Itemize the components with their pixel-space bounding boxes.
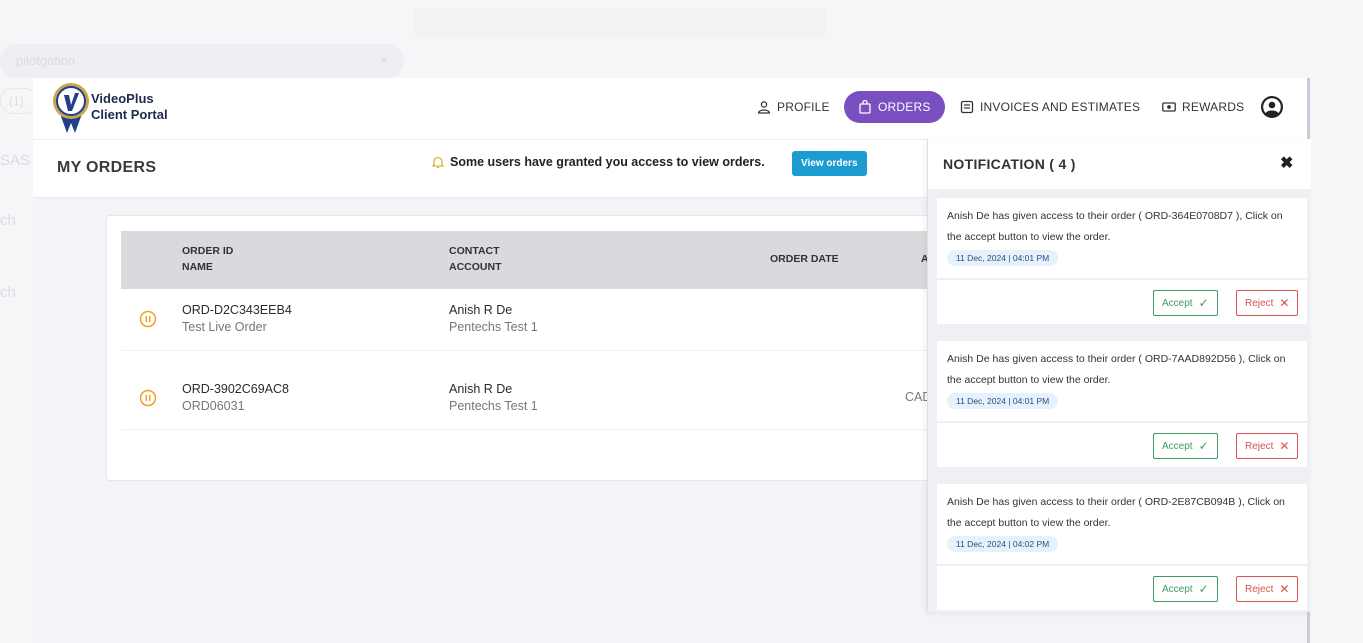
notification-panel: NOTIFICATION ( 4 ) ✖ Anish De has given … — [927, 139, 1311, 612]
money-icon — [1162, 102, 1176, 112]
nav-profile[interactable]: PROFILE — [757, 91, 830, 123]
videoplus-logo-icon — [53, 83, 89, 133]
reject-button[interactable]: Reject ✕ — [1236, 576, 1299, 602]
nav-orders-label: ORDERS — [878, 100, 931, 114]
accept-label: Accept — [1162, 440, 1193, 452]
nav-profile-label: PROFILE — [777, 100, 830, 114]
notification-item: Anish De has given access to their order… — [937, 198, 1307, 324]
access-message: Some users have granted you access to vi… — [431, 155, 765, 169]
contact-name: Anish R De — [449, 303, 513, 317]
column-header-account: ACCOUNT — [449, 261, 502, 273]
table-row[interactable]: ORD-3902C69AC8 ORD06031 Anish R De Pente… — [121, 368, 1007, 430]
notification-message: Anish De has given access to their order… — [947, 210, 1283, 243]
bell-icon — [431, 156, 445, 169]
nav-rewards[interactable]: REWARDS — [1162, 91, 1244, 123]
order-id[interactable]: ORD-D2C343EEB4 — [182, 302, 292, 319]
notification-actions: Accept ✓ Reject ✕ — [937, 280, 1307, 324]
background-url-bar — [415, 8, 825, 38]
check-icon: ✓ — [1198, 582, 1209, 596]
account-name: Pentechs Test 1 — [449, 399, 538, 413]
paused-status-icon — [139, 389, 157, 407]
reject-label: Reject — [1245, 440, 1274, 452]
nav-invoices-and-estimates[interactable]: INVOICES AND ESTIMATES — [960, 91, 1140, 123]
access-message-text: Some users have granted you access to vi… — [450, 155, 765, 169]
background-search: pilotgation × — [0, 44, 404, 78]
background-text: SAS — [0, 152, 31, 169]
table-header: ORDER ID NAME CONTACT ACCOUNT ORDER DATE… — [121, 231, 1007, 289]
reject-label: Reject — [1245, 583, 1274, 595]
notification-body: Anish De has given access to their order… — [937, 198, 1307, 278]
account-name: Pentechs Test 1 — [449, 320, 538, 334]
orders-table-card: ORDER ID NAME CONTACT ACCOUNT ORDER DATE… — [106, 215, 1007, 481]
notification-message: Anish De has given access to their order… — [947, 496, 1285, 529]
check-icon: ✓ — [1198, 439, 1209, 453]
table-row[interactable]: ORD-D2C343EEB4 Test Live Order Anish R D… — [121, 289, 1007, 351]
notification-header: NOTIFICATION ( 4 ) ✖ — [928, 139, 1311, 189]
shopping-bag-icon — [859, 100, 871, 114]
view-orders-button[interactable]: View orders — [792, 151, 867, 176]
order-name: Test Live Order — [182, 320, 267, 334]
column-header-name: NAME — [182, 261, 213, 273]
notification-actions: Accept ✓ Reject ✕ — [937, 566, 1307, 610]
paused-status-icon — [139, 310, 157, 328]
notification-item: Anish De has given access to their order… — [937, 484, 1307, 610]
brand-line-2: Client Portal — [91, 107, 168, 122]
order-name: ORD06031 — [182, 399, 245, 413]
accept-button[interactable]: Accept ✓ — [1153, 433, 1218, 459]
reject-label: Reject — [1245, 297, 1274, 309]
nav-rewards-label: REWARDS — [1182, 100, 1245, 114]
notification-body: Anish De has given access to their order… — [937, 484, 1307, 564]
notification-timestamp: 11 Dec, 2024 | 04:01 PM — [947, 393, 1059, 409]
close-icon: × — [380, 52, 388, 67]
account-avatar-icon[interactable] — [1260, 95, 1284, 119]
brand-name: VideoPlus Client Portal — [91, 91, 168, 123]
notification-timestamp: 11 Dec, 2024 | 04:01 PM — [947, 250, 1059, 266]
x-icon: ✕ — [1279, 582, 1290, 596]
nav-invoices-label: INVOICES AND ESTIMATES — [980, 100, 1141, 114]
notification-title: NOTIFICATION ( 4 ) — [943, 156, 1076, 172]
accept-label: Accept — [1162, 297, 1193, 309]
accept-label: Accept — [1162, 583, 1193, 595]
accept-button[interactable]: Accept ✓ — [1153, 290, 1218, 316]
column-header-order-id: ORDER ID — [182, 245, 234, 257]
close-icon[interactable]: ✖ — [1280, 153, 1293, 173]
brand-line-1: VideoPlus — [91, 91, 154, 106]
notification-message: Anish De has given access to their order… — [947, 353, 1286, 386]
column-header-order-date: ORDER DATE — [770, 253, 839, 265]
notification-timestamp: 11 Dec, 2024 | 04:02 PM — [947, 536, 1059, 552]
reject-button[interactable]: Reject ✕ — [1236, 433, 1299, 459]
top-navigation-bar: VideoPlus Client Portal PROFILE ORDERS I… — [33, 78, 1307, 140]
background-text: ch — [0, 284, 16, 301]
contact-name: Anish R De — [449, 382, 513, 396]
page-title: MY ORDERS — [57, 159, 157, 176]
nav-orders[interactable]: ORDERS — [844, 91, 945, 123]
document-icon — [960, 100, 974, 114]
notification-item: Anish De has given access to their order… — [937, 341, 1307, 467]
user-icon — [757, 101, 771, 114]
background-text: ch — [0, 212, 16, 229]
x-icon: ✕ — [1279, 296, 1290, 310]
check-icon: ✓ — [1198, 296, 1209, 310]
order-id[interactable]: ORD-3902C69AC8 — [182, 381, 289, 398]
background-search-text: pilotgation — [16, 53, 76, 68]
x-icon: ✕ — [1279, 439, 1290, 453]
column-header-contact: CONTACT — [449, 245, 500, 257]
notification-body: Anish De has given access to their order… — [937, 341, 1307, 421]
accept-button[interactable]: Accept ✓ — [1153, 576, 1218, 602]
notification-actions: Accept ✓ Reject ✕ — [937, 423, 1307, 467]
reject-button[interactable]: Reject ✕ — [1236, 290, 1299, 316]
